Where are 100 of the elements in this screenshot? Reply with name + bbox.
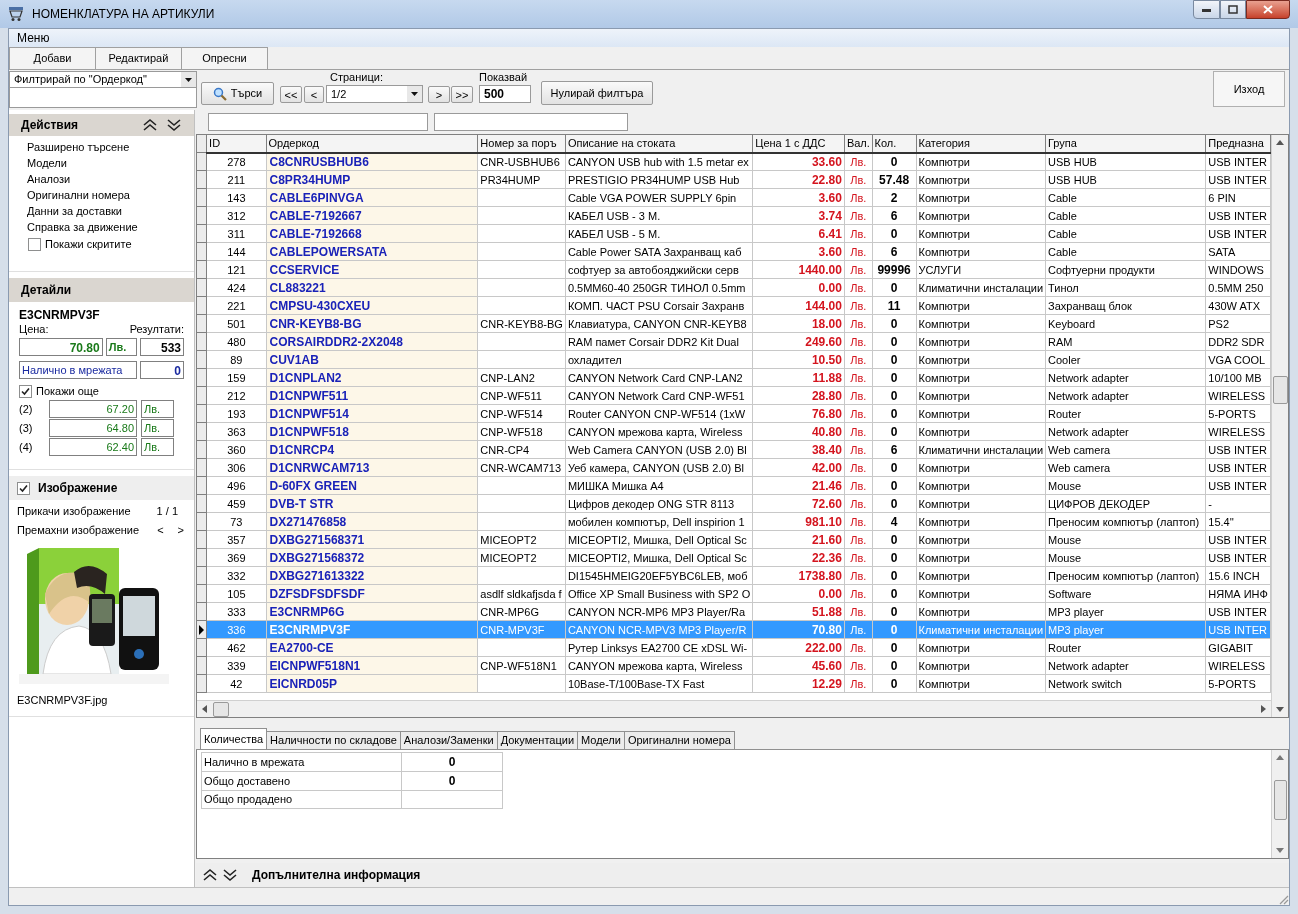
table-row[interactable]: 42 EICNRD05P 10Base-T/100Base-TX Fast 12.29 Лв. 0 Компютри Network switch 5-PORTS [197,674,1271,693]
table-row[interactable]: 312 CABLE-7192667 КАБЕЛ USB - 3 М. 3.74 Лв. 6 Компютри Cable USB INTER [197,206,1271,225]
maximize-icon[interactable] [1228,5,1238,14]
column-filter-input[interactable] [434,112,628,131]
table-row[interactable]: 211 C8PR34HUMP PR34HUMP PRESTIGIO PR34HUMP USB Hub 22.80 Лв. 57.48 Компютри USB HUB USB INTER [197,170,1271,189]
table-row[interactable]: 363 D1CNPWF518 CNP-WF518 CANYON мрежова карта, Wireless 40.80 Лв. 0 Компютри Network adapter WIRELESS [197,422,1271,441]
table-row[interactable]: 221 CMPSU-430CXEU КОМП. ЧАСТ PSU Corsair Захранв 144.00 Лв. 11 Компютри Захранващ блок 430W ATX [197,296,1271,315]
vertical-scrollbar[interactable] [1271,749,1288,859]
minimize-button[interactable] [1193,0,1220,19]
table-row[interactable]: 89 CUV1AB охладител 10.50 Лв. 0 Компютри Cooler VGA COOL [197,350,1271,369]
table-row[interactable]: 159 D1CNPLAN2 CNP-LAN2 CANYON Network Card CNP-LAN2 11.88 Лв. 0 Компютри Network adapter 10/100 MB [197,368,1271,387]
toolbar-button[interactable]: Редактирай [95,47,182,69]
filter-input[interactable] [9,88,197,108]
menu-item[interactable]: Меню [13,29,54,47]
table-row[interactable]: 193 D1CNPWF514 CNP-WF514 Router CANYON CNP-WF514 (1xW 76.80 Лв. 0 Компютри Router 5-PORTS [197,404,1271,423]
scroll-thumb[interactable] [213,701,229,717]
show-more-checkbox[interactable] [19,384,32,398]
table-row[interactable]: 105 DZFSDFSDFSDF asdlf sldkafjsda f Office XP Small Business with SP2 O 0.00 Лв. 0 Компютри Software НЯМА ИНФ [197,584,1271,603]
table-cell: 0 [890,316,898,331]
table-row[interactable]: 459 DVB-T STR Цифров декодер ONG STR 8113 72.60 Лв. 0 Компютри ЦИФРОВ ДЕКОДЕР - [197,494,1271,513]
table-row[interactable]: 333 E3CNRMP6G CNR-MP6G CANYON NCR-MP6 MP3 Player/Ra 51.88 Лв. 0 Компютри MP3 player USB INTER [197,602,1271,621]
table-row[interactable]: 144 CABLEPOWERSATA Cable Power SATA Захранващ каб 3.60 Лв. 6 Компютри Cable SATA [197,242,1271,261]
table-row[interactable]: 360 D1CNRCP4 CNR-CP4 Web Camera CANYON (USB 2.0) Bl 38.40 Лв. 6 Климатични инсталации Web camera USB INTER [197,440,1271,459]
expand-icon[interactable] [166,118,182,132]
table-row[interactable]: 496 D-60FX GREEN МИШКА Мишка А4 21.46 Лв. 0 Компютри Mouse USB INTER [197,476,1271,495]
toolbar-button[interactable]: Добави [9,47,96,69]
table-row[interactable]: 311 CABLE-7192668 КАБЕЛ USB - 5 М. 6.41 Лв. 0 Компютри Cable USB INTER [197,224,1271,243]
column-header[interactable]: Предназна [1205,134,1271,153]
column-header[interactable]: Ордеркод [266,134,478,153]
close-icon[interactable] [1263,5,1273,14]
column-header[interactable]: Група [1045,134,1206,153]
action-link[interactable]: Справка за движение [27,220,194,235]
action-link[interactable]: Разширено търсене [27,140,194,155]
table-cell: 430W ATX [1208,299,1261,312]
attach-image-link[interactable]: Прикачи изображение [17,503,131,520]
action-link[interactable]: Данни за доставки [27,204,194,219]
column-header[interactable]: Кол. [872,134,917,153]
tab[interactable]: Количества [200,727,268,749]
column-filter-input[interactable] [208,112,428,131]
action-link[interactable]: Модели [27,156,194,171]
table-cell: DXBG271568372 [269,550,365,565]
table-row[interactable]: 369 DXBG271568372 MICEOPT2 MICEOPTI2, Мишка, Dell Optical Sc 22.36 Лв. 0 Компютри Mouse USB INTER [197,548,1271,567]
image-checkbox[interactable] [17,481,30,495]
search-button[interactable]: Търси [201,82,274,105]
table-row[interactable]: 143 CABLE6PINVGA Cable VGA POWER SUPPLY 6pin 3.60 Лв. 2 Компютри Cable 6 PIN [197,188,1271,207]
table-cell: E3CNRMPV3F [269,622,351,637]
column-header[interactable]: Цена 1 с ДДС [752,134,845,153]
table-row[interactable]: 332 DXBG271613322 DI1545HMEIG20EF5YBC6LEB, моб 1738.80 Лв. 0 Компютри Преносим компютър (лаптоп) 15.6 INCH [197,566,1271,585]
page-dropdown[interactable]: 1/2 [326,85,423,103]
vertical-scrollbar[interactable] [1271,134,1288,717]
tab[interactable]: Документации [496,730,579,749]
collapse-icon[interactable] [142,118,158,132]
horizontal-scrollbar[interactable] [197,700,1271,717]
previous-image-button[interactable]: < [155,522,166,539]
show-count-input[interactable]: 500 [479,85,531,103]
table-row[interactable]: 121 CCSERVICE софтуер за автобояджийски серв 1440.00 Лв. 99996 УСЛУГИ Софтуерни продукти WINDOWS [197,260,1271,279]
remove-image-link[interactable]: Премахни изображение [17,522,140,539]
exit-button[interactable]: Изход [1213,71,1285,107]
action-link[interactable]: Аналози [27,172,194,187]
show-hidden-checkbox[interactable] [28,237,41,251]
table-row[interactable]: 501 CNR-KEYB8-BG CNR-KEYB8-BG Клавиатура, CANYON CNR-KEYB8 18.00 Лв. 0 Компютри Keyboard PS2 [197,314,1271,333]
tab[interactable]: Оригинални номера [623,730,735,749]
toolbar-button[interactable]: Опресни [181,47,268,69]
previous-page-button[interactable]: < [304,86,324,103]
tab[interactable]: Наличности по складове [266,730,401,749]
expand-icon[interactable] [222,868,238,883]
minimize-icon[interactable] [1202,7,1211,12]
table-cell: 33.60 [811,155,842,170]
scroll-thumb[interactable] [1273,779,1287,820]
filter-dropdown[interactable]: Филтрирай по "Ордеркод" [9,71,197,88]
collapse-icon[interactable] [202,868,218,883]
resize-grip-icon[interactable] [1277,893,1289,905]
first-page-button[interactable]: << [280,86,302,103]
table-row[interactable]: 462 EA2700-CE Рутер Linksys EA2700 CE xDSL Wi- 222.00 Лв. 0 Компютри Router GIGABIT [197,638,1271,657]
next-page-button[interactable]: > [428,86,450,103]
column-header[interactable]: Номер за поръ [477,134,566,153]
action-link[interactable]: Оригинални номера [27,188,194,203]
close-button[interactable] [1246,0,1290,19]
column-header[interactable]: ID [206,134,267,153]
scroll-thumb[interactable] [1272,375,1288,404]
table-row[interactable]: 480 CORSAIRDDR2-2X2048 RAM памет Corsair DDR2 Kit Dual 249.60 Лв. 0 Компютри RAM DDR2 SDR [197,332,1271,351]
table-row[interactable]: 278 C8CNRUSBHUB6 CNR-USBHUB6 CANYON USB hub with 1.5 metar ex 33.60 Лв. 0 Компютри USB HUB USB INTER [197,152,1271,171]
table-row[interactable]: 73 DX271476858 мобилен компютър, Dell inspirion 1 981.10 Лв. 4 Компютри Преносим компютър (лаптоп) 15.4'' [197,512,1271,531]
maximize-button[interactable] [1220,0,1246,19]
table-row[interactable]: 306 D1CNRWCAM713 CNR-WCAM713 Уеб камера, CANYON (USB 2.0) Bl 42.00 Лв. 0 Компютри Web camera USB INTER [197,458,1271,477]
column-header[interactable]: Вал. [844,134,873,153]
tab[interactable]: Модели [577,730,625,749]
table-row[interactable]: 339 EICNPWF518N1 CNP-WF518N1 CANYON мрежова карта, Wireless 45.60 Лв. 0 Компютри Network adapter WIRELESS [197,656,1271,675]
column-header[interactable]: Категория [916,134,1046,153]
table-row[interactable]: 212 D1CNPWF511 CNP-WF511 CANYON Network Card CNP-WF51 28.80 Лв. 0 Компютри Network adapter WIRELESS [197,386,1271,405]
table-row[interactable]: 424 CL883221 0.5MM60-40 250GR ТИНОЛ 0.5mm 0.00 Лв. 0 Климатични инсталации Тинол 0.5MM 250 [197,278,1271,297]
next-image-button[interactable]: > [175,522,186,539]
last-page-button[interactable]: >> [451,86,473,103]
tab[interactable]: Аналози/Заменки [399,730,498,749]
cart-icon [8,6,24,22]
table-cell: Лв. [850,443,867,456]
reset-filter-button[interactable]: Нулирай филтъра [541,81,653,105]
column-header[interactable]: Описание на стоката [565,134,753,153]
table-row[interactable]: 357 DXBG271568371 MICEOPT2 MICEOPTI2, Мишка, Dell Optical Sc 21.60 Лв. 0 Компютри Mouse USB INTER [197,530,1271,549]
search-icon[interactable] [212,86,227,101]
